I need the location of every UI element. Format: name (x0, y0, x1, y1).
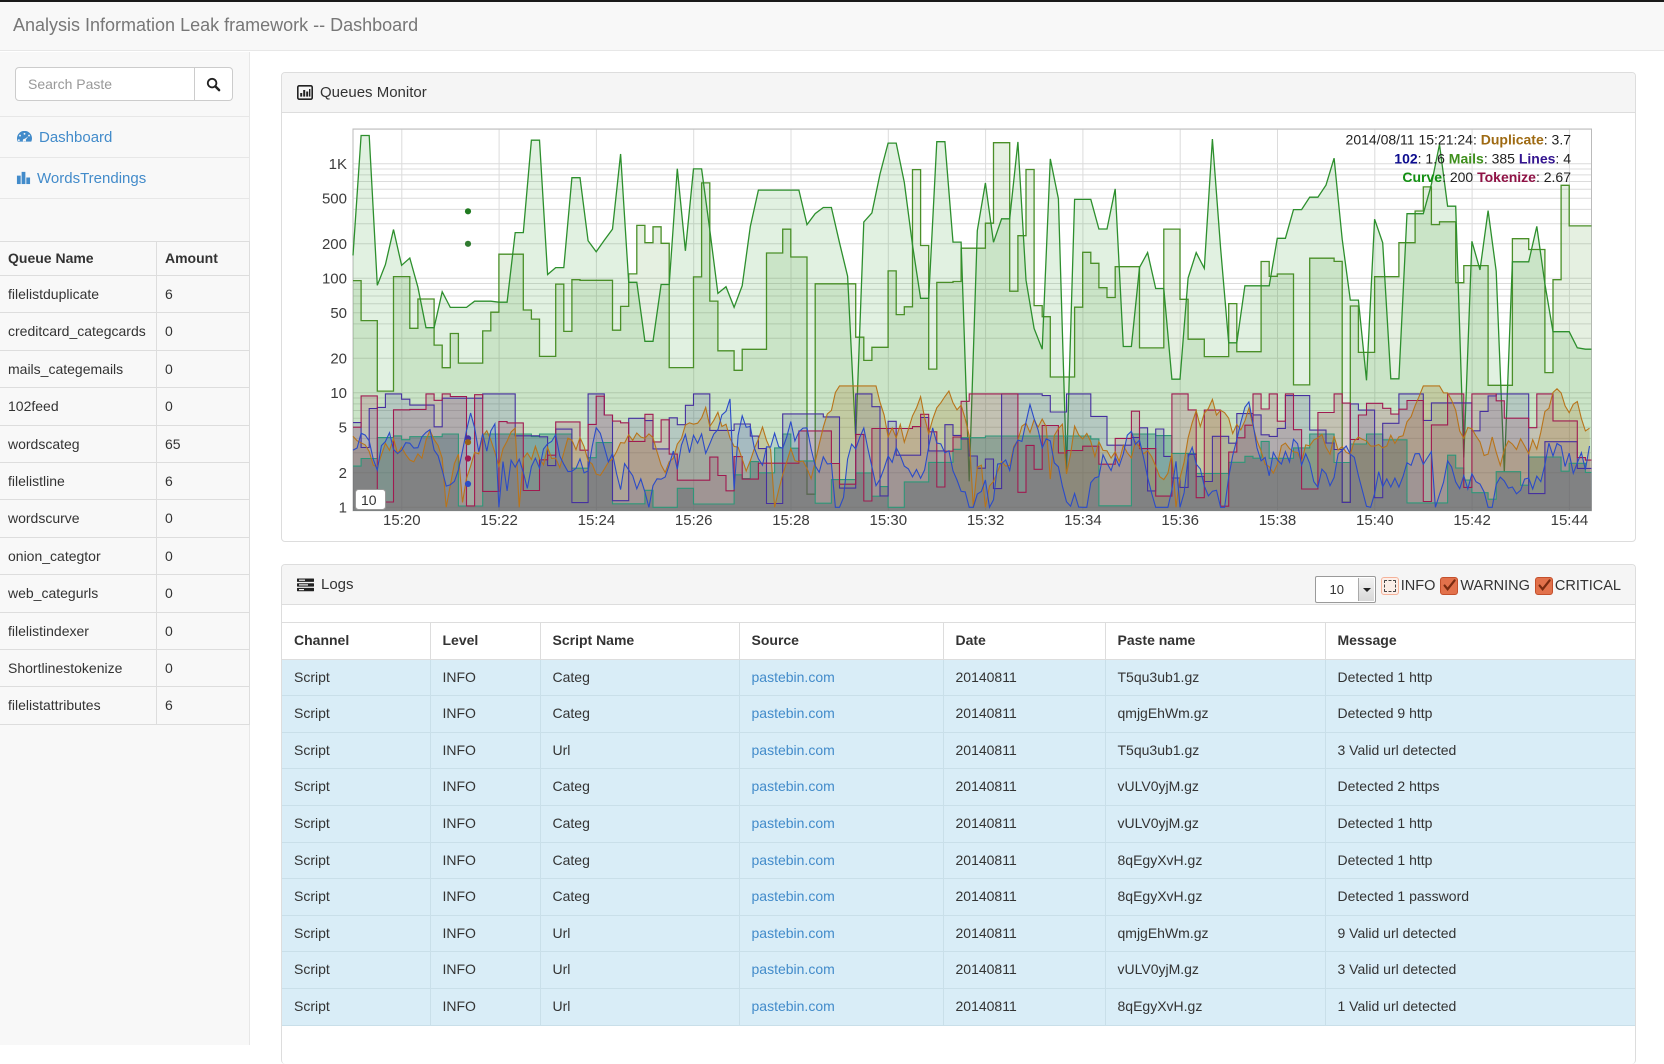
svg-text:15:38: 15:38 (1259, 512, 1297, 529)
svg-text:50: 50 (330, 305, 347, 322)
svg-text:15:32: 15:32 (967, 512, 1005, 529)
svg-text:1: 1 (339, 499, 347, 516)
svg-text:15:34: 15:34 (1064, 512, 1102, 529)
svg-text:10: 10 (361, 492, 377, 508)
svg-text:Curve: 200 Tokenize: 2.67: Curve: 200 Tokenize: 2.67 (1402, 169, 1571, 185)
svg-text:20: 20 (330, 350, 347, 367)
svg-text:200: 200 (322, 236, 347, 253)
svg-text:15:22: 15:22 (480, 512, 518, 529)
svg-text:2: 2 (339, 465, 347, 482)
svg-text:15:36: 15:36 (1161, 512, 1199, 529)
svg-text:15:28: 15:28 (772, 512, 810, 529)
svg-text:500: 500 (322, 190, 347, 207)
svg-text:15:30: 15:30 (870, 512, 908, 529)
svg-text:1K: 1K (329, 156, 347, 173)
svg-text:15:42: 15:42 (1453, 512, 1491, 529)
svg-text:10: 10 (330, 385, 347, 402)
svg-text:5: 5 (339, 419, 347, 436)
svg-text:15:24: 15:24 (578, 512, 616, 529)
svg-text:100: 100 (322, 270, 347, 287)
svg-text:15:40: 15:40 (1356, 512, 1394, 529)
svg-text:15:20: 15:20 (383, 512, 421, 529)
svg-text:102: 1.6 Mails: 385 Lines: 4: 102: 1.6 Mails: 385 Lines: 4 (1394, 151, 1571, 167)
svg-text:15:44: 15:44 (1551, 512, 1589, 529)
svg-text:2014/08/11 15:21:24: Duplicate: 2014/08/11 15:21:24: Duplicate: 3.7 (1346, 132, 1572, 148)
svg-text:15:26: 15:26 (675, 512, 713, 529)
